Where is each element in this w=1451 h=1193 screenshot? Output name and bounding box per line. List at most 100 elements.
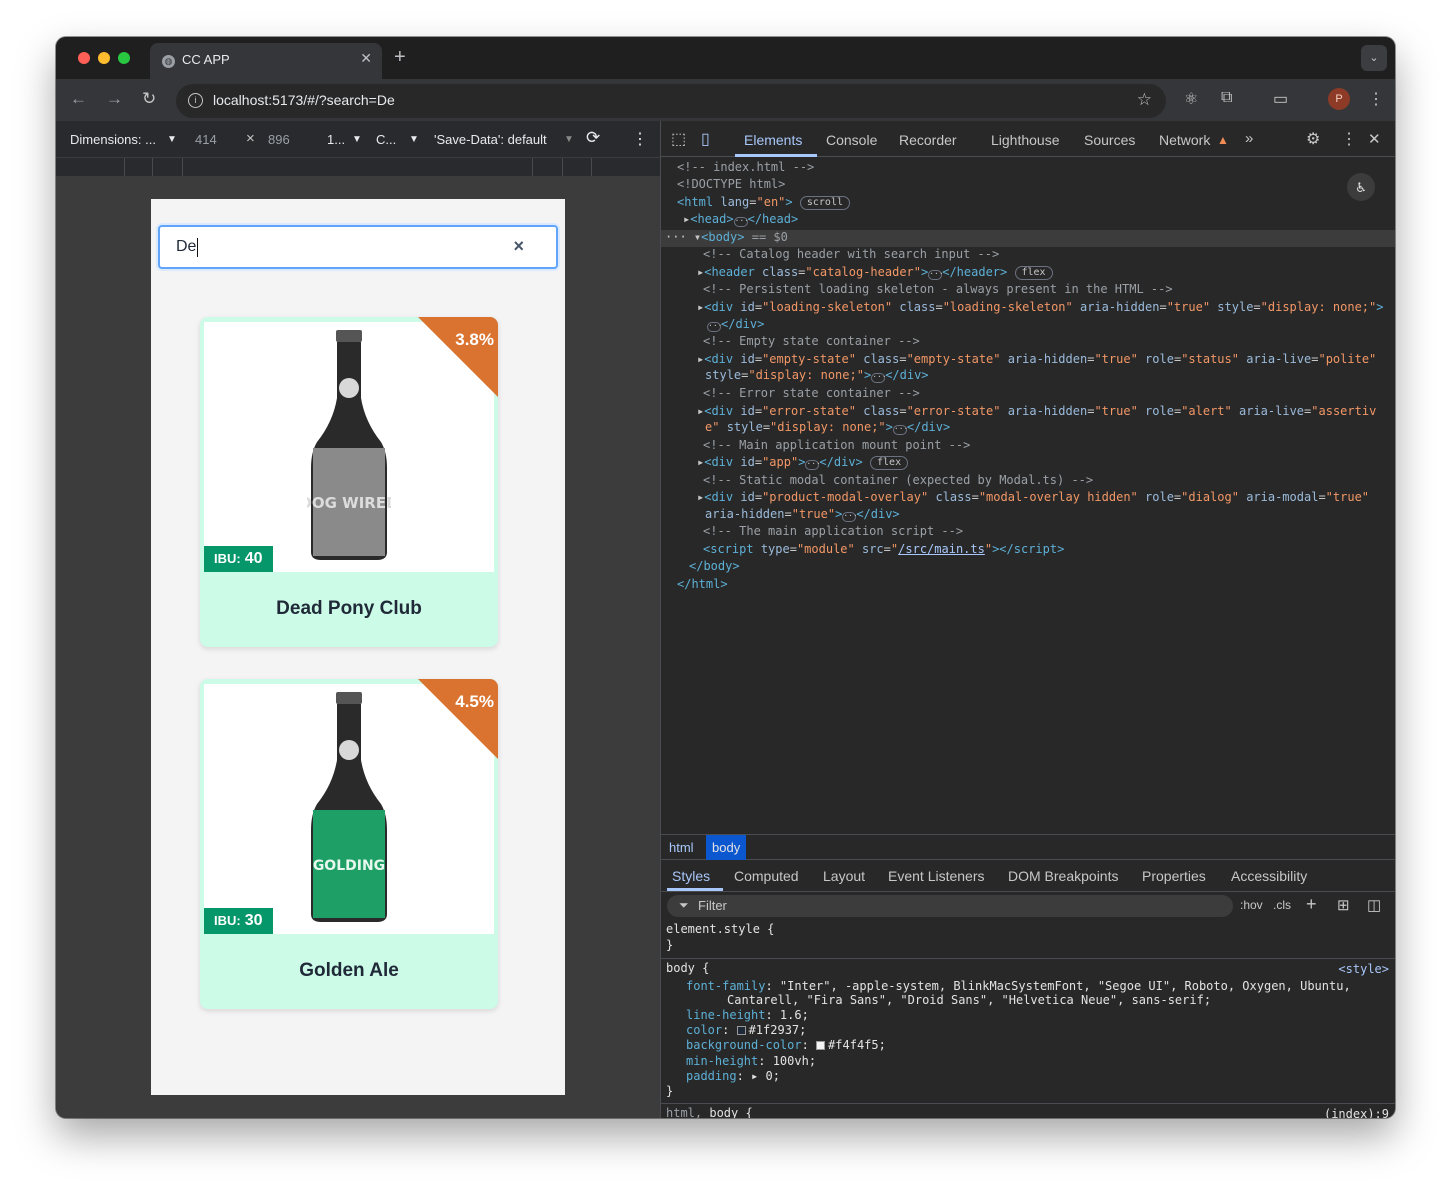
tab-network[interactable]: Network: [1159, 132, 1210, 148]
clear-search-icon[interactable]: ×: [513, 236, 524, 257]
beer-bottle-icon: GOLDING: [311, 692, 387, 922]
product-name: Dead Pony Club: [276, 598, 422, 619]
maximize-window-button[interactable]: [118, 52, 130, 64]
search-input[interactable]: De ×: [158, 225, 558, 269]
reload-icon[interactable]: ↻: [142, 89, 156, 109]
media-query-ruler: [56, 157, 660, 177]
color-swatch[interactable]: [816, 1041, 826, 1050]
site-info-icon[interactable]: i: [188, 93, 203, 108]
product-card[interactable]: GOLDING 4.5% IBU: 30 Golden Ale: [200, 679, 498, 1009]
subtab-accessibility[interactable]: Accessibility: [1231, 868, 1307, 884]
extension-icon[interactable]: ⚛: [1184, 89, 1198, 109]
inspect-element-icon[interactable]: ⬚: [671, 129, 686, 149]
throttle-select[interactable]: C...: [376, 132, 396, 147]
tab-close-icon[interactable]: ✕: [360, 50, 372, 67]
ibu-badge: IBU: 30: [204, 908, 273, 934]
rotate-icon[interactable]: ⟳: [586, 128, 600, 148]
back-icon[interactable]: ←: [70, 89, 87, 109]
breadcrumb-body[interactable]: body: [706, 835, 747, 860]
tab-lighthouse[interactable]: Lighthouse: [991, 132, 1060, 148]
new-rule-icon[interactable]: +: [1306, 894, 1317, 915]
subtab-dom-breakpoints[interactable]: DOM Breakpoints: [1008, 868, 1118, 884]
subtab-layout[interactable]: Layout: [823, 868, 865, 884]
ibu-label: IBU:: [214, 913, 241, 928]
settings-gear-icon[interactable]: ⚙: [1306, 129, 1320, 149]
toggle-sidebar-icon[interactable]: ◫: [1367, 896, 1381, 914]
devtools-menu-icon[interactable]: ⋮: [1341, 129, 1357, 149]
search-value: De: [176, 238, 197, 255]
width-input[interactable]: 414: [195, 132, 217, 147]
tab-sources[interactable]: Sources: [1084, 132, 1135, 148]
subtab-computed[interactable]: Computed: [734, 868, 799, 884]
bottle-label-text: DOG WIRED: [307, 494, 391, 512]
browser-tab[interactable]: ◍ CC APP ✕: [150, 43, 382, 79]
kebab-menu-icon[interactable]: ⋮: [1368, 89, 1384, 109]
abv-value: 3.8%: [455, 330, 494, 349]
zoom-chevron-icon[interactable]: ▼: [352, 134, 362, 145]
hov-toggle[interactable]: :hov: [1240, 898, 1263, 912]
bookmark-star-icon[interactable]: ☆: [1137, 90, 1152, 110]
cast-icon[interactable]: ▭: [1273, 89, 1288, 109]
globe-icon: ◍: [162, 55, 175, 68]
device-viewport: De × DOG WIRED 3.8% IBU:40 Dead Pony Clu…: [151, 199, 565, 1095]
tab-console[interactable]: Console: [826, 132, 877, 148]
zoom-select[interactable]: 1...: [327, 132, 345, 147]
beer-bottle-icon: DOG WIRED: [307, 330, 391, 560]
save-data-select[interactable]: 'Save-Data': default: [434, 132, 547, 147]
close-window-button[interactable]: [78, 52, 90, 64]
styles-filter-input[interactable]: ⏷ Filter: [667, 895, 1233, 917]
close-devtools-icon[interactable]: ✕: [1368, 130, 1381, 148]
tab-recorder[interactable]: Recorder: [899, 132, 957, 148]
paint-brush-icon[interactable]: ⊞: [1337, 896, 1350, 914]
breadcrumb: html body: [661, 834, 1395, 860]
cls-toggle[interactable]: .cls: [1273, 898, 1291, 912]
dimension-times: ×: [246, 130, 255, 147]
filter-icon: ⏷: [679, 898, 689, 912]
dimensions-chevron-icon[interactable]: ▼: [167, 134, 177, 145]
devtools-tabbar: ⬚ ▯ Elements Console Recorder Lighthouse…: [661, 121, 1395, 157]
ibu-value: 40: [244, 550, 263, 567]
style-source-link[interactable]: <style>: [1338, 962, 1389, 978]
tab-title: CC APP: [182, 52, 230, 67]
tab-search-button[interactable]: ⌄: [1361, 45, 1387, 71]
more-tabs-icon[interactable]: »: [1245, 130, 1253, 147]
ibu-badge: IBU: 40: [204, 546, 273, 572]
save-data-chevron-icon[interactable]: ▼: [564, 134, 574, 145]
text-caret: [197, 238, 198, 257]
dom-tree[interactable]: <!-- index.html --> <!DOCTYPE html> <htm…: [661, 157, 1395, 797]
dimensions-select[interactable]: Dimensions: ...: [70, 132, 156, 147]
subtab-event-listeners[interactable]: Event Listeners: [888, 868, 985, 884]
abv-corner: [418, 679, 498, 759]
product-card[interactable]: DOG WIRED 3.8% IBU:40 Dead Pony Club: [200, 317, 498, 647]
browser-window: ◍ CC APP ✕ + ⌄ ← → ↻ i localhost:5173/#/…: [56, 37, 1395, 1118]
device-more-icon[interactable]: ⋮: [632, 129, 648, 149]
profile-avatar[interactable]: P: [1328, 88, 1350, 110]
index-source-link[interactable]: (index):9: [1324, 1107, 1389, 1118]
breadcrumb-html[interactable]: html: [669, 840, 694, 855]
height-input[interactable]: 896: [268, 132, 290, 147]
tab-strip: ◍ CC APP ✕ + ⌄: [56, 37, 1395, 79]
forward-icon[interactable]: →: [106, 89, 123, 109]
tab-elements[interactable]: Elements: [744, 132, 802, 148]
subtab-properties[interactable]: Properties: [1142, 868, 1206, 884]
accessibility-icon[interactable]: ♿: [1347, 173, 1375, 201]
throttle-chevron-icon[interactable]: ▼: [409, 134, 419, 145]
ibu-value: 30: [244, 912, 263, 929]
styles-pane[interactable]: element.style { } body { <style> font-fa…: [661, 920, 1395, 1118]
subtab-styles[interactable]: Styles: [672, 868, 710, 884]
styles-filter-row: ⏷ Filter :hov .cls + ⊞ ◫: [661, 892, 1395, 920]
abv-value: 4.5%: [455, 692, 494, 711]
color-swatch[interactable]: [736, 1026, 746, 1035]
product-name: Golden Ale: [299, 960, 399, 981]
filter-placeholder: Filter: [698, 898, 727, 913]
browser-toolbar: ← → ↻ i localhost:5173/#/?search=De ☆ ⚛ …: [56, 79, 1395, 121]
address-bar[interactable]: i localhost:5173/#/?search=De ☆: [176, 84, 1166, 118]
warning-icon: ▲: [1217, 133, 1229, 147]
styles-subtabs: Styles Computed Layout Event Listeners D…: [661, 860, 1395, 892]
devtools-panel: ⬚ ▯ Elements Console Recorder Lighthouse…: [660, 121, 1395, 1118]
device-toggle-icon[interactable]: ▯: [701, 129, 710, 149]
puzzle-icon[interactable]: ⧉: [1221, 89, 1232, 107]
ibu-label: IBU:: [214, 551, 241, 566]
minimize-window-button[interactable]: [98, 52, 110, 64]
new-tab-button[interactable]: +: [394, 46, 406, 69]
